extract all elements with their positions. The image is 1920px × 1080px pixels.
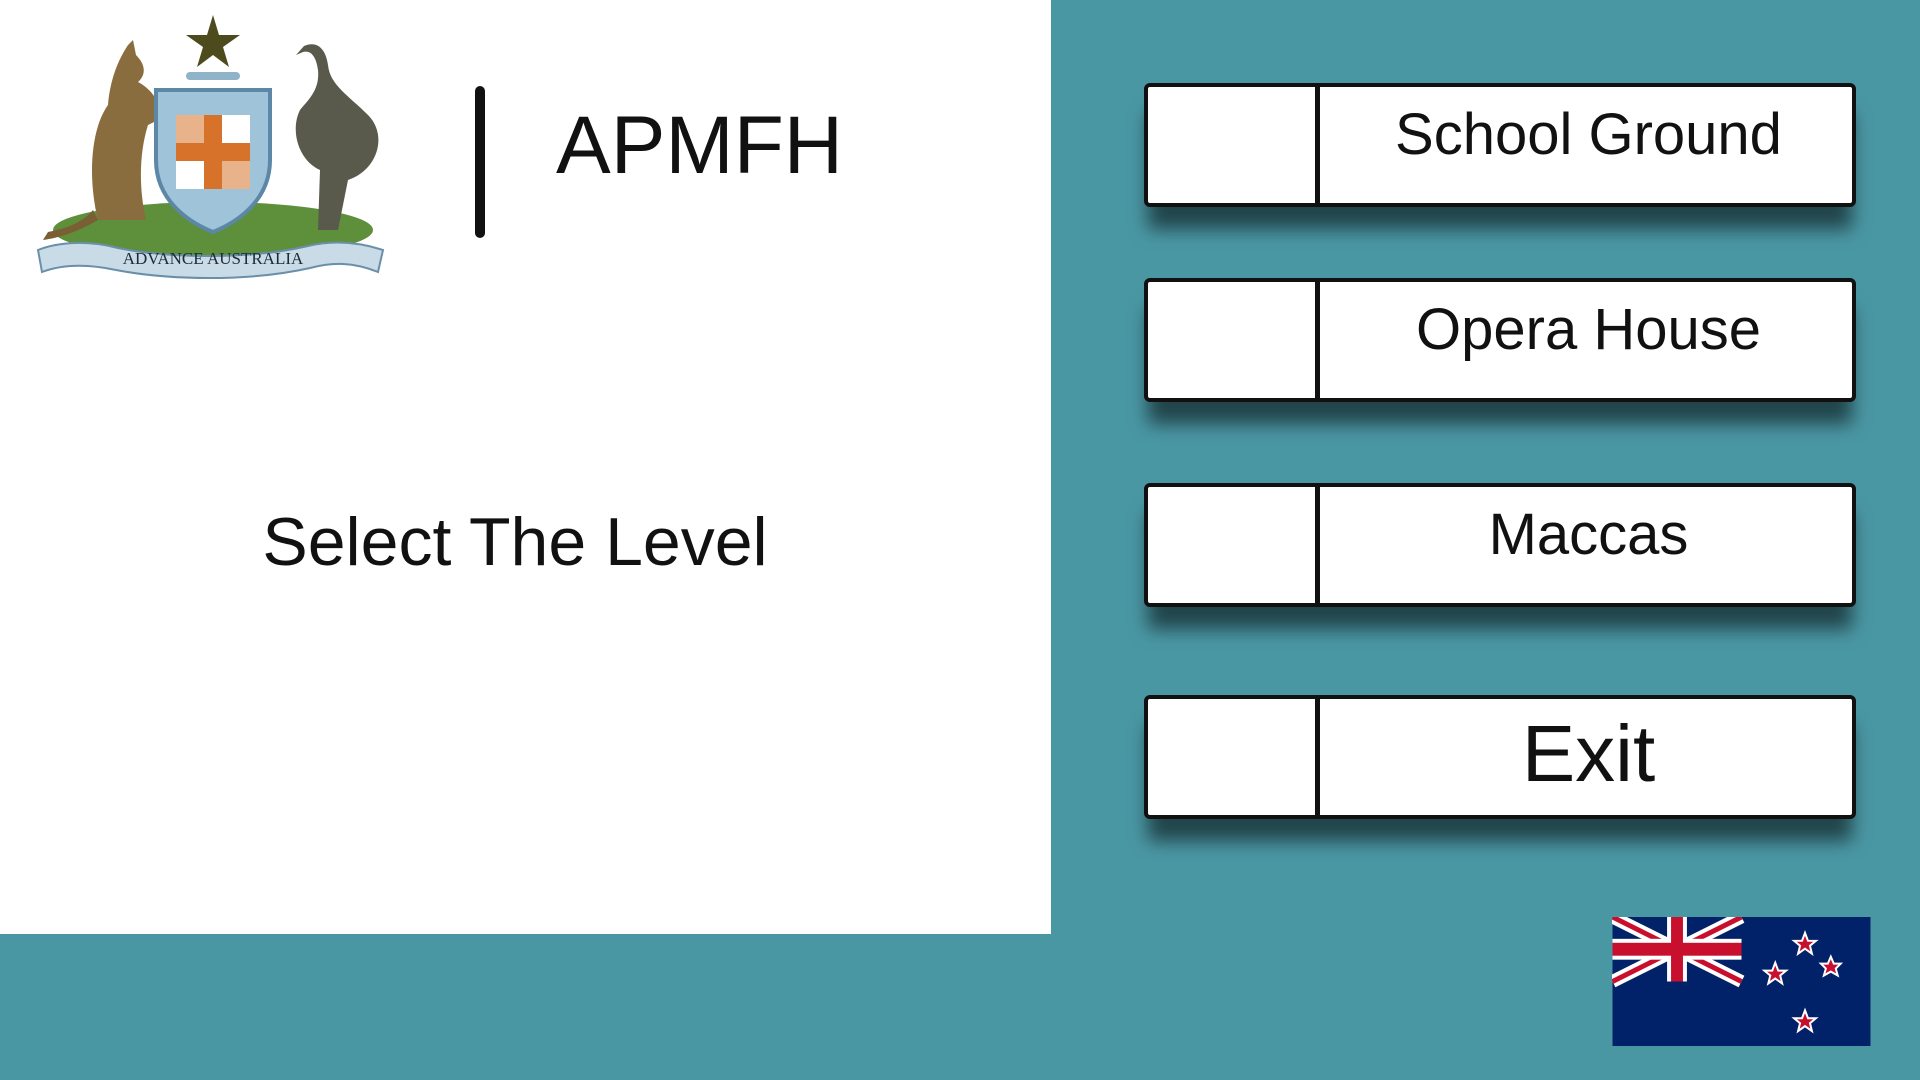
level-button-maccas[interactable]: Maccas: [1144, 483, 1856, 607]
coat-of-arms-icon: ADVANCE AUSTRALIA: [36, 15, 385, 279]
emblem-motto: ADVANCE AUSTRALIA: [123, 249, 304, 268]
level-button-label: Maccas: [1488, 501, 1689, 567]
app-title: APMFH: [556, 100, 843, 191]
title-panel: ADVANCE AUSTRALIA APMFH Select The Level: [0, 0, 1051, 934]
level-button-school-ground[interactable]: School Ground: [1144, 83, 1856, 207]
level-button-opera-house[interactable]: Opera House: [1144, 278, 1856, 402]
select-level-heading: Select The Level: [262, 504, 768, 580]
new-zealand-flag-icon: [1612, 917, 1871, 1046]
exit-button-label: Exit: [1521, 709, 1656, 798]
exit-button[interactable]: Exit: [1144, 695, 1856, 819]
level-button-label: Opera House: [1416, 296, 1761, 362]
title-divider: [475, 86, 485, 238]
button-icon-slot: [1148, 699, 1320, 815]
level-button-label: School Ground: [1395, 101, 1782, 167]
button-icon-slot: [1148, 487, 1320, 603]
button-icon-slot: [1148, 87, 1320, 203]
button-icon-slot: [1148, 282, 1320, 398]
